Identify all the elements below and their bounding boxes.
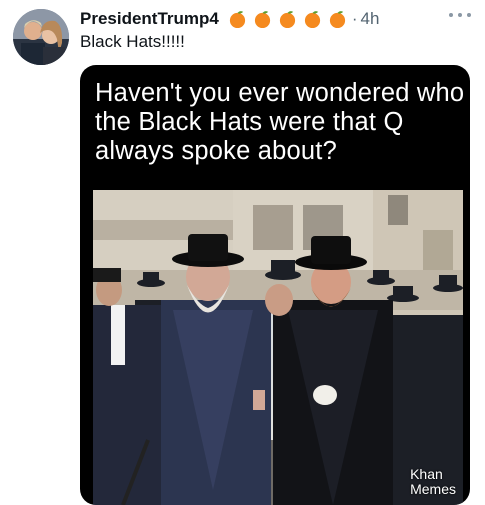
more-options-button[interactable] (449, 6, 471, 24)
street-crowd-photo (93, 190, 463, 505)
more-dots-icon (458, 13, 462, 17)
meme-photo (93, 190, 463, 505)
avatar-photo (13, 9, 69, 65)
orange-emoji-icon (254, 10, 270, 28)
orange-emoji-icon (279, 10, 295, 28)
orange-emoji-icon (304, 10, 320, 28)
author-name[interactable]: PresidentTrump4 (80, 9, 219, 29)
author-avatar[interactable] (13, 9, 69, 65)
name-emoji-row (222, 10, 347, 29)
watermark-line-1: Khan (410, 466, 443, 482)
orange-emoji-icon (329, 10, 345, 28)
meme-caption: Haven't you ever wondered who the Black … (95, 79, 465, 165)
orange-emoji-icon (229, 10, 245, 28)
tweet-text: Black Hats!!!!! (80, 32, 185, 51)
timestamp[interactable]: 4h (361, 9, 380, 29)
meme-watermark: Khan Memes (410, 467, 456, 497)
tweet-media-image[interactable]: Haven't you ever wondered who the Black … (80, 65, 470, 505)
more-dots-icon (467, 13, 471, 17)
watermark-line-2: Memes (410, 481, 456, 497)
separator-dot: · (351, 9, 358, 28)
tweet-header: PresidentTrump4 · 4h (80, 6, 475, 32)
more-dots-icon (449, 13, 453, 17)
